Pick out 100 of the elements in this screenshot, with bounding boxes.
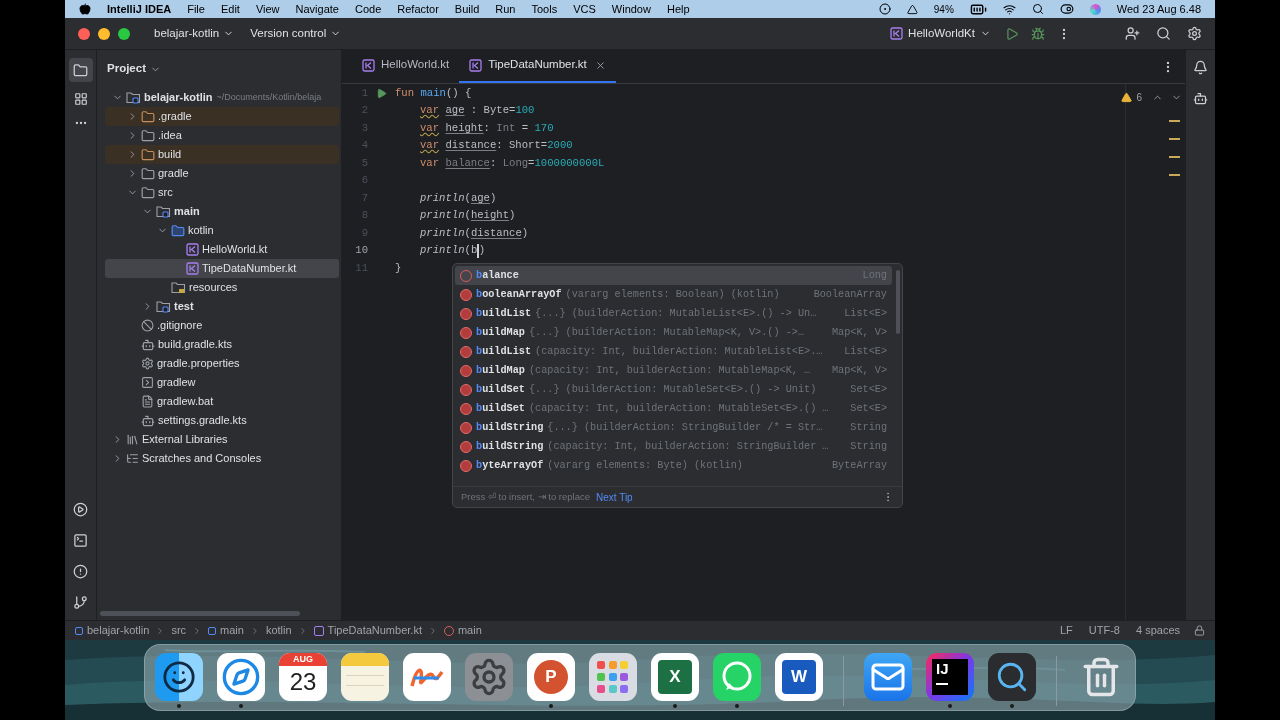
powerpoint-app-icon[interactable]: P	[527, 653, 575, 701]
chat-app-icon[interactable]	[713, 653, 761, 701]
panel-title[interactable]: Project	[107, 60, 146, 78]
debug-icon[interactable]	[1031, 26, 1045, 41]
tree-item[interactable]: main	[105, 202, 339, 221]
settings-app-icon[interactable]	[465, 653, 513, 701]
settings-icon[interactable]	[1187, 26, 1202, 41]
problems-icon[interactable]	[73, 564, 88, 579]
warning-marker[interactable]	[1169, 138, 1180, 140]
run-config-selector[interactable]: HelloWorldKt	[890, 24, 991, 43]
menu-item[interactable]: Refactor	[397, 0, 439, 18]
run-icon[interactable]	[1005, 26, 1019, 41]
search-icon[interactable]	[1031, 3, 1044, 15]
record-icon[interactable]	[878, 3, 891, 15]
completion-item[interactable]: buildSet (capacity: Int, builderAction: MutableSet<E>.() … Set<E>	[455, 399, 892, 418]
scrollbar[interactable]	[100, 610, 300, 616]
menu-item[interactable]: Navigate	[295, 0, 339, 18]
freeform-app-icon[interactable]	[403, 653, 451, 701]
tree-item[interactable]: test	[105, 297, 339, 316]
tree-item[interactable]: TipeDataNumber.kt	[105, 259, 339, 278]
lock-icon[interactable]	[1194, 625, 1205, 636]
search-icon[interactable]	[1156, 26, 1171, 41]
tree-item[interactable]: build	[105, 145, 339, 164]
tree-item[interactable]: gradle	[105, 164, 339, 183]
notifications-icon[interactable]	[1193, 60, 1208, 75]
menu-item[interactable]: Build	[454, 0, 480, 18]
encoding[interactable]: UTF-8	[1088, 622, 1120, 639]
warning-marker[interactable]	[1169, 120, 1180, 122]
tree-item[interactable]: build.gradle.kts	[105, 335, 339, 354]
project-tool-button[interactable]	[68, 58, 93, 82]
menu-item[interactable]: Help	[666, 0, 690, 18]
menu-item[interactable]: Edit	[220, 0, 240, 18]
breadcrumb[interactable]: src	[171, 622, 187, 639]
tree-item[interactable]: gradlew.bat	[105, 392, 339, 411]
completion-item[interactable]: byteArrayOf (vararg elements: Byte) (kotlin) ByteArray	[455, 456, 892, 475]
menu-item[interactable]: Code	[354, 0, 382, 18]
completion-item[interactable]: buildList {...} (builderAction: MutableList<E>.() -> Un… List<E>	[455, 304, 892, 323]
breadcrumb[interactable]: main	[443, 622, 482, 639]
git-icon[interactable]	[73, 595, 88, 610]
completion-item[interactable]: buildSet {...} (builderAction: MutableSet<E>.() -> Unit) Set<E>	[455, 380, 892, 399]
tree-item[interactable]: kotlin	[105, 221, 339, 240]
intellij-app-icon[interactable]: IJ	[926, 653, 974, 701]
word-app-icon[interactable]: W	[775, 653, 823, 701]
excel-app-icon[interactable]: X	[651, 653, 699, 701]
breadcrumb[interactable]: belajar-kotlin	[75, 622, 150, 639]
run-gutter-icon[interactable]	[376, 88, 387, 100]
tree-item[interactable]: resources	[105, 278, 339, 297]
editor-tab[interactable]: HelloWorld.kt	[352, 49, 460, 83]
notes-app-icon[interactable]	[341, 653, 389, 701]
minimize-window-button[interactable]	[98, 27, 110, 40]
wifi-icon[interactable]	[1002, 2, 1016, 16]
vcs-selector[interactable]: Version control	[250, 24, 342, 43]
quicktime-app-icon[interactable]	[988, 653, 1036, 701]
warning-icon[interactable]	[1121, 91, 1133, 103]
breadcrumb[interactable]: kotlin	[265, 622, 292, 639]
completion-item[interactable]: buildMap {...} (builderAction: MutableMap<K, V>.() ->… Map<K, V>	[455, 323, 892, 342]
completion-item[interactable]: buildMap (capacity: Int, builderAction: MutableMap<K, … Map<K, V>	[455, 361, 892, 380]
run-icon[interactable]	[73, 502, 88, 517]
indent-setting[interactable]: 4 spaces	[1135, 622, 1180, 639]
control-center-icon[interactable]	[1059, 2, 1074, 16]
menu-item[interactable]: View	[255, 0, 280, 18]
next-tip-link[interactable]: Next Tip	[596, 489, 633, 505]
completion-item[interactable]: buildString {...} (builderAction: StringBuilder /* = Str… String	[455, 418, 892, 437]
launchpad-app-icon[interactable]	[589, 653, 637, 701]
warning-marker[interactable]	[1169, 174, 1180, 176]
project-selector[interactable]: belajar-kotlin	[154, 24, 235, 43]
tree-item[interactable]: HelloWorld.kt	[105, 240, 339, 259]
menu-item[interactable]: VCS	[573, 0, 596, 18]
completion-item[interactable]: buildList (capacity: Int, builderAction: MutableList<E>.… List<E>	[455, 342, 892, 361]
breadcrumb[interactable]: TipeDataNumber.kt	[313, 622, 422, 639]
completion-item[interactable]: booleanArrayOf (vararg elements: Boolean) (kotlin) BooleanArray	[455, 285, 892, 304]
tree-item[interactable]: .gradle	[105, 107, 339, 126]
close-window-button[interactable]	[78, 27, 90, 40]
warning-marker[interactable]	[1169, 156, 1180, 158]
tree-item[interactable]: gradlew	[105, 373, 339, 392]
mail-app-icon[interactable]	[864, 653, 912, 701]
breadcrumb[interactable]: main	[208, 622, 244, 639]
completion-item[interactable]: buildString (capacity: Int, builderAction: StringBuilder … String	[455, 437, 892, 456]
tree-item[interactable]: settings.gradle.kts	[105, 411, 339, 430]
close-icon[interactable]	[594, 59, 606, 71]
tree-item[interactable]: src	[105, 183, 339, 202]
menu-item[interactable]: File	[187, 0, 205, 18]
compass-app-icon[interactable]	[217, 653, 265, 701]
drive-icon[interactable]	[906, 3, 918, 15]
calendar-app-icon[interactable]: AUG 23	[279, 653, 327, 701]
app-menu[interactable]: IntelliJ IDEA	[107, 0, 172, 18]
tree-item[interactable]: External Libraries	[105, 430, 339, 449]
tree-item[interactable]: .idea	[105, 126, 339, 145]
menu-item[interactable]: Tools	[531, 0, 558, 18]
structure-icon[interactable]	[73, 92, 88, 106]
line-separator[interactable]: LF	[1059, 622, 1073, 639]
tree-item[interactable]: Scratches and Consoles	[105, 449, 339, 468]
zoom-window-button[interactable]	[118, 27, 130, 40]
scrollbar[interactable]	[896, 270, 900, 334]
terminal-icon[interactable]	[73, 533, 88, 548]
apple-menu-icon[interactable]	[79, 3, 91, 15]
menu-item[interactable]: Run	[495, 0, 516, 18]
tree-item[interactable]: gradle.properties	[105, 354, 339, 373]
finder-app-icon[interactable]	[155, 653, 203, 701]
tree-item[interactable]: belajar-kotlin ~/Documents/Kotlin/belaja	[105, 88, 339, 107]
